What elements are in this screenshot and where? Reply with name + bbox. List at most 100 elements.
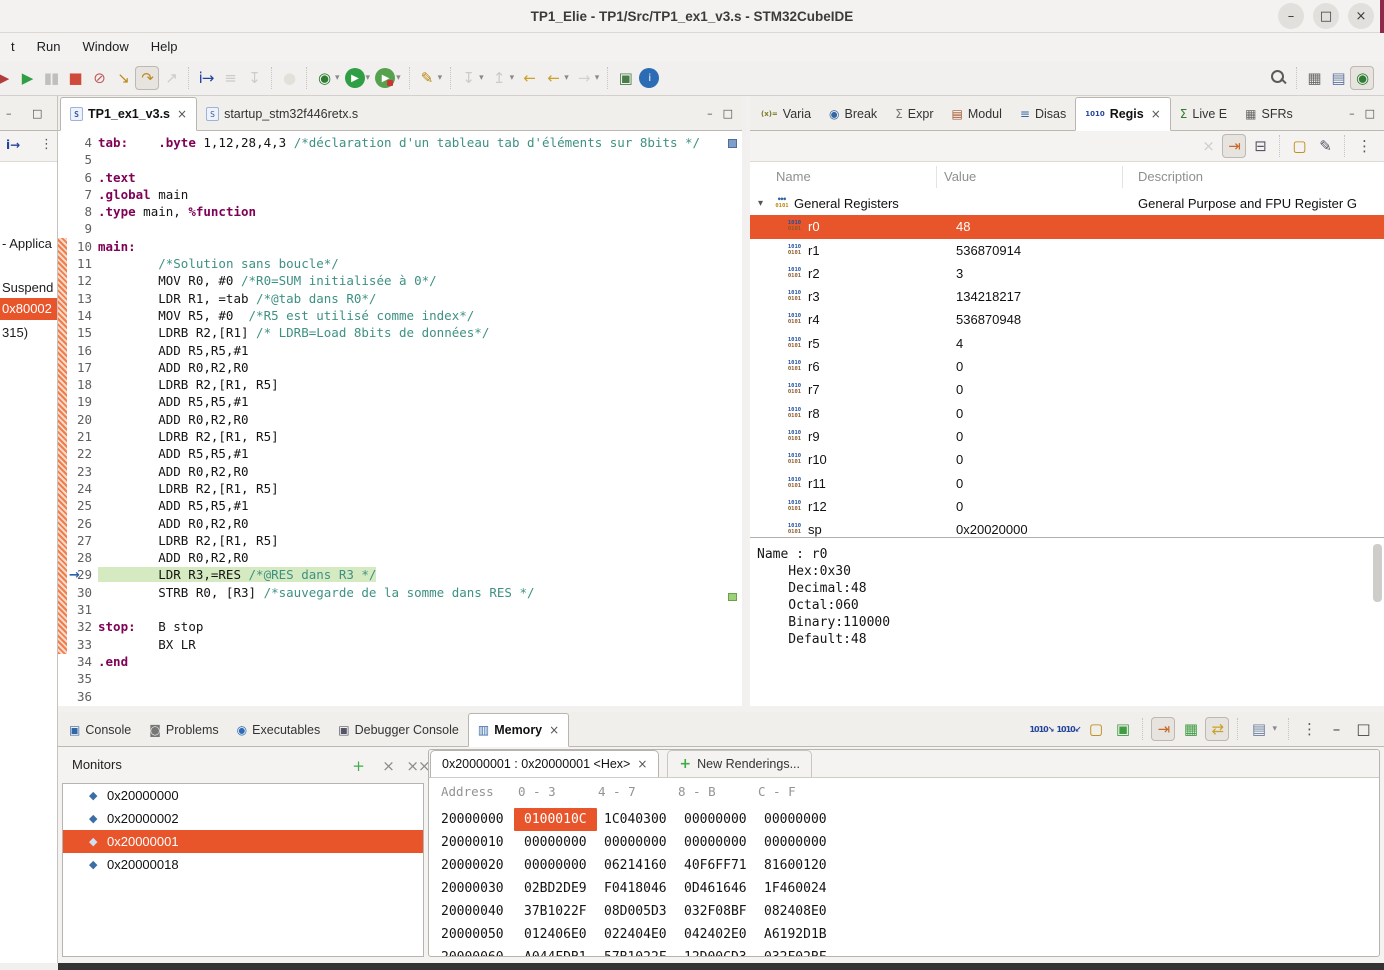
line-number[interactable]: 34 [58, 653, 92, 670]
minimize-icon[interactable]: – [1324, 717, 1348, 741]
code-line[interactable]: .type main, %function [98, 203, 738, 220]
code-line[interactable]: LDRB R2,[R1, R5] [98, 376, 738, 393]
register-row[interactable]: 10100101r54 [750, 332, 1384, 355]
switch-unit-icon[interactable]: ⇄ [1205, 717, 1229, 741]
tree-layout-icon[interactable]: ⇥ [1222, 134, 1246, 158]
instruction-stepping-icon[interactable]: i→ [6, 138, 20, 152]
tab-varia[interactable]: (x)=Varia [752, 97, 820, 131]
register-group-row[interactable]: ▾●●●0101General RegistersGeneral Purpose… [750, 192, 1384, 215]
memory-cell[interactable]: 40F6FF71 [684, 854, 747, 877]
back-icon[interactable]: ← [541, 66, 565, 90]
register-row[interactable]: 10100101r110 [750, 472, 1384, 495]
memory-row[interactable]: 2000001000000000000000000000000000000000 [429, 831, 1379, 854]
dropdown-chevron-icon[interactable]: ▾ [396, 73, 401, 83]
memory-cell[interactable]: 00000000 [764, 831, 827, 854]
tab-problems[interactable]: ◙Problems [140, 713, 227, 747]
memory-cell[interactable]: 00000000 [524, 831, 587, 854]
memory-cell[interactable]: 06214160 [604, 854, 667, 877]
code-line[interactable]: LDRB R2,[R1, R5] [98, 532, 738, 549]
register-row[interactable]: 10100101r80 [750, 402, 1384, 425]
step-into-icon[interactable]: ↘ [111, 66, 135, 90]
line-number[interactable]: 6 [58, 169, 92, 186]
memory-cell[interactable]: 12D00CD3 [684, 946, 747, 956]
register-row[interactable]: 10100101r4536870948 [750, 308, 1384, 331]
memory-cell[interactable]: A6192D1B [764, 923, 827, 946]
run-icon[interactable]: ▶ [345, 68, 365, 88]
memory-row[interactable]: 20000060A044FDB157B1022F12D00CD3032F02BF [429, 946, 1379, 956]
memory-cell[interactable]: F0418046 [604, 877, 667, 900]
line-number[interactable]: 22 [58, 445, 92, 462]
line-number-gutter[interactable]: 4567891011121314151617181920212223242526… [58, 134, 92, 705]
new-register-group-icon[interactable]: ▢ [1287, 134, 1311, 158]
code-line[interactable] [98, 220, 738, 237]
minimize-view-icon[interactable]: – [707, 107, 713, 120]
pin-memory-icon[interactable]: ▣ [1110, 717, 1134, 741]
line-number[interactable]: 33 [58, 636, 92, 653]
code-editor[interactable]: 4567891011121314151617181920212223242526… [58, 131, 738, 706]
line-number[interactable]: 13 [58, 290, 92, 307]
line-number[interactable]: 25 [58, 497, 92, 514]
register-row[interactable]: 10100101r120 [750, 495, 1384, 518]
register-row[interactable]: 10100101r3134218217 [750, 285, 1384, 308]
code-line[interactable]: ADD R0,R2,R0 [98, 411, 738, 428]
profile-icon[interactable]: ▶ [375, 68, 395, 88]
line-number[interactable]: 24 [58, 480, 92, 497]
menu-item-t[interactable]: t [0, 33, 26, 61]
code-line[interactable]: STRB R0, [R3] /*sauvegarde de la somme d… [98, 584, 738, 601]
close-icon[interactable]: × [637, 757, 647, 771]
register-row[interactable]: 10100101r048 [750, 215, 1384, 238]
memory-monitor-item[interactable]: ◆0x20000002 [63, 807, 423, 830]
maximize-view-icon[interactable]: □ [1365, 107, 1375, 120]
code-line[interactable]: LDRB R2,[R1] /* LDRB=Load 8bits de donné… [98, 324, 738, 341]
memory-cell[interactable]: A044FDB1 [524, 946, 587, 956]
line-number[interactable]: 18 [58, 376, 92, 393]
open-element-icon[interactable]: ▣ [613, 66, 637, 90]
memory-monitor-item[interactable]: ◆0x20000001 [63, 830, 423, 853]
memory-row[interactable]: 2000004037B1022F08D005D3032F08BF082408E0 [429, 900, 1379, 923]
code-line[interactable] [98, 601, 738, 618]
detail-scrollbar[interactable] [1373, 544, 1382, 602]
collapse-all-icon[interactable]: ⊟ [1248, 134, 1272, 158]
code-line[interactable] [98, 688, 738, 705]
step-over-icon[interactable]: ↷ [135, 66, 159, 90]
line-number[interactable]: 10 [58, 238, 92, 255]
line-number[interactable]: 27 [58, 532, 92, 549]
edit-register-group-icon[interactable]: ✎ [1313, 134, 1337, 158]
expander-icon[interactable]: ▾ [758, 192, 763, 215]
line-number[interactable]: 5 [58, 151, 92, 168]
minimize-window-icon[interactable]: – [1278, 3, 1304, 29]
debug-perspective-icon[interactable]: ◉ [1350, 66, 1374, 90]
info-icon[interactable]: i [639, 68, 659, 88]
view-menu-icon[interactable]: ⋮ [40, 137, 53, 152]
code-line[interactable]: ADD R5,R5,#1 [98, 393, 738, 410]
add-monitor-icon[interactable]: + [346, 754, 370, 778]
register-row[interactable]: 10100101r60 [750, 355, 1384, 378]
maximize-view-icon[interactable]: □ [723, 107, 733, 120]
code-line[interactable]: main: [98, 238, 738, 255]
code-line[interactable]: MOV R0, #0 /*R0=SUM initialisée à 0*/ [98, 272, 738, 289]
tab-debugger-console[interactable]: ▣Debugger Console [329, 713, 468, 747]
rendering-tab-hex[interactable]: 0x20000001 : 0x20000001 <Hex> × [430, 750, 659, 777]
last-edit-location-icon[interactable]: ← [517, 66, 541, 90]
tab-regis[interactable]: 1010Regis× [1075, 97, 1171, 131]
line-number[interactable]: 9 [58, 220, 92, 237]
code-line[interactable]: ADD R0,R2,R0 [98, 549, 738, 566]
memory-cell[interactable]: 81600120 [764, 854, 827, 877]
register-row[interactable]: 10100101r23 [750, 262, 1384, 285]
tab-live-e[interactable]: ΣLive E [1171, 97, 1236, 131]
menu-item-window[interactable]: Window [71, 33, 139, 61]
memory-cell[interactable]: 0100010C [514, 808, 597, 831]
export-memory-icon[interactable]: 1010↘ [1029, 717, 1053, 741]
code-line[interactable]: ADD R5,R5,#1 [98, 497, 738, 514]
tab-console[interactable]: ▣Console [60, 713, 140, 747]
memory-cell[interactable]: 02BD2DE9 [524, 877, 587, 900]
line-number[interactable]: 32 [58, 618, 92, 635]
view-menu-icon[interactable]: ⋮ [1297, 717, 1321, 741]
register-row[interactable]: 10100101sp0x20020000 [750, 518, 1384, 537]
code-line[interactable]: ADD R5,R5,#1 [98, 445, 738, 462]
code-line[interactable]: ADD R5,R5,#1 [98, 342, 738, 359]
line-number[interactable]: 12 [58, 272, 92, 289]
code-line[interactable]: ADD R0,R2,R0 [98, 515, 738, 532]
menu-item-help[interactable]: Help [140, 33, 189, 61]
line-number[interactable]: 17 [58, 359, 92, 376]
